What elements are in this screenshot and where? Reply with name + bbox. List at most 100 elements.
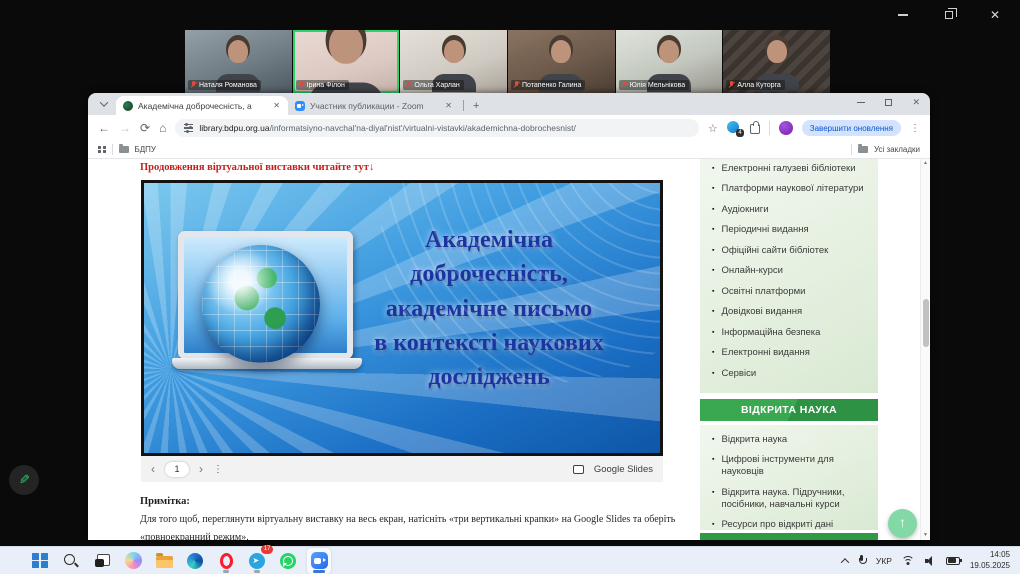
page-scrollbar[interactable]: ▲ ▼ [920, 159, 930, 540]
taskbar-item-telegram[interactable]: ➤ 17 [245, 548, 269, 574]
scroll-down-icon[interactable]: ▼ [921, 533, 930, 538]
finish-update-button[interactable]: Завершити оновлення [802, 120, 901, 136]
url-text[interactable]: library.bdpu.org.ua/informatsiyno-navcha… [199, 123, 576, 133]
url-host: library.bdpu.org.ua [199, 123, 269, 133]
folder-icon [119, 146, 129, 153]
taskbar-clock[interactable]: 14:05 19.05.2025 [970, 550, 1010, 572]
sidebar-item[interactable]: ▪Освітні платформи [712, 286, 872, 298]
previous-slide-icon[interactable]: ‹ [151, 462, 155, 476]
sidebar-item[interactable]: ▪Ресурси про відкриті дані [712, 519, 872, 531]
tab-zoom-page[interactable]: Участник публикации - Zoom ✕ [288, 96, 460, 115]
sidebar-item[interactable]: ▪Відкрита наука. Підручники, посібники, … [712, 487, 872, 511]
sidebar-item[interactable]: ▪Періодичні видання [712, 224, 872, 236]
taskbar-item-whatsapp[interactable] [276, 548, 300, 574]
extensions-puzzle-icon[interactable] [750, 124, 760, 134]
home-icon[interactable]: ⌂ [159, 122, 166, 134]
taskbar-item-opera[interactable] [214, 548, 238, 574]
participant-name: Юлія Мельнікова [630, 82, 685, 89]
taskbar-item-zoom[interactable] [307, 548, 331, 574]
google-slides-label[interactable]: Google Slides [594, 464, 653, 475]
sidebar-item-label: Інформаційна безпека [721, 327, 820, 339]
taskbar-item-task-view[interactable] [90, 548, 114, 574]
reload-icon[interactable]: ⟳ [140, 122, 150, 134]
participant-video-strip: Наталя Романова Ірина Філон Ольга Харлан… [185, 30, 830, 93]
tab-library-page[interactable]: Академічна доброчесність, а ✕ [116, 96, 288, 115]
restore-icon[interactable] [885, 99, 892, 106]
sidebar-item-label: Офіційні сайти бібліотек [721, 245, 828, 257]
scroll-up-icon[interactable]: ▲ [921, 161, 930, 166]
microphone-icon[interactable] [858, 555, 866, 567]
slides-menu-icon[interactable]: ⋮ [213, 464, 223, 475]
bookmark-star-icon[interactable]: ☆ [708, 122, 718, 135]
scroll-to-top-button[interactable]: ↑ [888, 509, 917, 538]
tab-title: Участник публикации - Zoom [310, 101, 439, 111]
sidebar-item-label: Освітні платформи [721, 286, 805, 298]
google-slides-embed[interactable]: Академічна доброчесність, академічне пис… [141, 180, 663, 482]
wifi-icon[interactable] [902, 556, 915, 566]
sidebar-item[interactable]: ▪Електронні галузеві бібліотеки [712, 163, 872, 175]
annotate-button[interactable]: ✎ [9, 465, 39, 495]
sidebar-item[interactable]: ▪Електронні видання [712, 347, 872, 359]
close-icon[interactable]: ✕ [984, 8, 1006, 22]
hidden-icons-chevron-icon[interactable] [841, 558, 849, 566]
participant-tile[interactable]: Потапенко Галина [508, 30, 615, 93]
url-path: /informatsiyno-navchal'na-diyal'nist'/vi… [270, 123, 576, 133]
extension-badge: 4 [736, 129, 743, 137]
taskbar-item-copilot[interactable] [121, 548, 145, 574]
zoom-app-icon [311, 552, 328, 569]
back-icon[interactable]: ← [98, 122, 110, 134]
sidebar-item[interactable]: ▪Офіційні сайти бібліотек [712, 245, 872, 257]
page-content: Продовження віртуальної виставки читайте… [88, 159, 930, 540]
language-indicator[interactable]: УКР [876, 556, 892, 566]
sidebar-item[interactable]: ▪Відкрита наука [712, 434, 872, 446]
sidebar-item[interactable]: ▪Платформи наукової літератури [712, 183, 872, 195]
participant-tile[interactable]: Алла Куторга [723, 30, 830, 93]
new-tab-button[interactable]: + [473, 100, 479, 112]
minimize-icon[interactable] [892, 8, 914, 22]
participant-tile[interactable]: Ольга Харлан [400, 30, 507, 93]
scrollbar-thumb[interactable] [923, 299, 929, 347]
apps-grid-icon[interactable] [98, 146, 106, 154]
forward-icon[interactable]: → [119, 122, 131, 134]
extension-with-badge-icon[interactable]: 4 [727, 121, 741, 135]
browser-menu-icon[interactable]: ⋮ [910, 123, 920, 134]
slide-title-line: досліджень [324, 360, 654, 394]
bookmark-folder-bdpu[interactable]: БДПУ [135, 145, 157, 154]
close-icon[interactable]: ✕ [912, 97, 920, 108]
tab-close-icon[interactable]: ✕ [444, 101, 453, 110]
sidebar-item-label: Аудіокниги [721, 204, 768, 216]
battery-icon[interactable] [946, 557, 960, 565]
sidebar-item[interactable]: ▪Аудіокниги [712, 204, 872, 216]
tab-search-icon[interactable] [96, 96, 112, 112]
profile-avatar[interactable] [779, 121, 793, 135]
minimize-icon[interactable] [857, 102, 865, 104]
participant-tile[interactable]: Наталя Романова [185, 30, 292, 93]
address-bar[interactable]: library.bdpu.org.ua/informatsiyno-navcha… [175, 119, 699, 137]
task-view-icon [95, 554, 110, 567]
bullet-icon: ▪ [712, 224, 714, 236]
paper-plane-icon: ➤ [253, 556, 260, 565]
speaker-icon[interactable] [925, 556, 936, 566]
open-science-section-header[interactable]: ВІДКРИТА НАУКА [700, 399, 878, 421]
bookmarks-divider [112, 144, 113, 155]
participant-tile[interactable]: Юлія Мельнікова [616, 30, 723, 93]
sidebar-item[interactable]: ▪Сервіси [712, 368, 872, 380]
all-bookmarks-button[interactable]: Усі закладки [874, 145, 920, 154]
zoom-window-controls: ✕ [892, 8, 1006, 22]
tab-close-icon[interactable]: ✕ [272, 101, 281, 110]
taskbar-item-file-explorer[interactable] [152, 548, 176, 574]
sidebar-item[interactable]: ▪Довідкові видання [712, 306, 872, 318]
taskbar-item-edge[interactable] [183, 548, 207, 574]
next-slide-icon[interactable]: › [199, 462, 203, 476]
continue-exhibition-link[interactable]: Продовження віртуальної виставки читайте… [140, 162, 374, 173]
taskbar-item-search[interactable] [59, 548, 83, 574]
restore-icon[interactable] [938, 8, 960, 22]
slide-title-line: академічне письмо [324, 292, 654, 326]
taskbar-item-start[interactable] [28, 548, 52, 574]
sidebar-item-label: Електронні видання [721, 347, 809, 359]
participant-tile-active-speaker[interactable]: Ірина Філон [293, 30, 400, 93]
sidebar-item[interactable]: ▪Цифрові інструменти для науковців [712, 454, 872, 478]
sidebar-item[interactable]: ▪Онлайн-курси [712, 265, 872, 277]
sidebar-item[interactable]: ▪Інформаційна безпека [712, 327, 872, 339]
site-info-icon[interactable] [184, 124, 193, 132]
